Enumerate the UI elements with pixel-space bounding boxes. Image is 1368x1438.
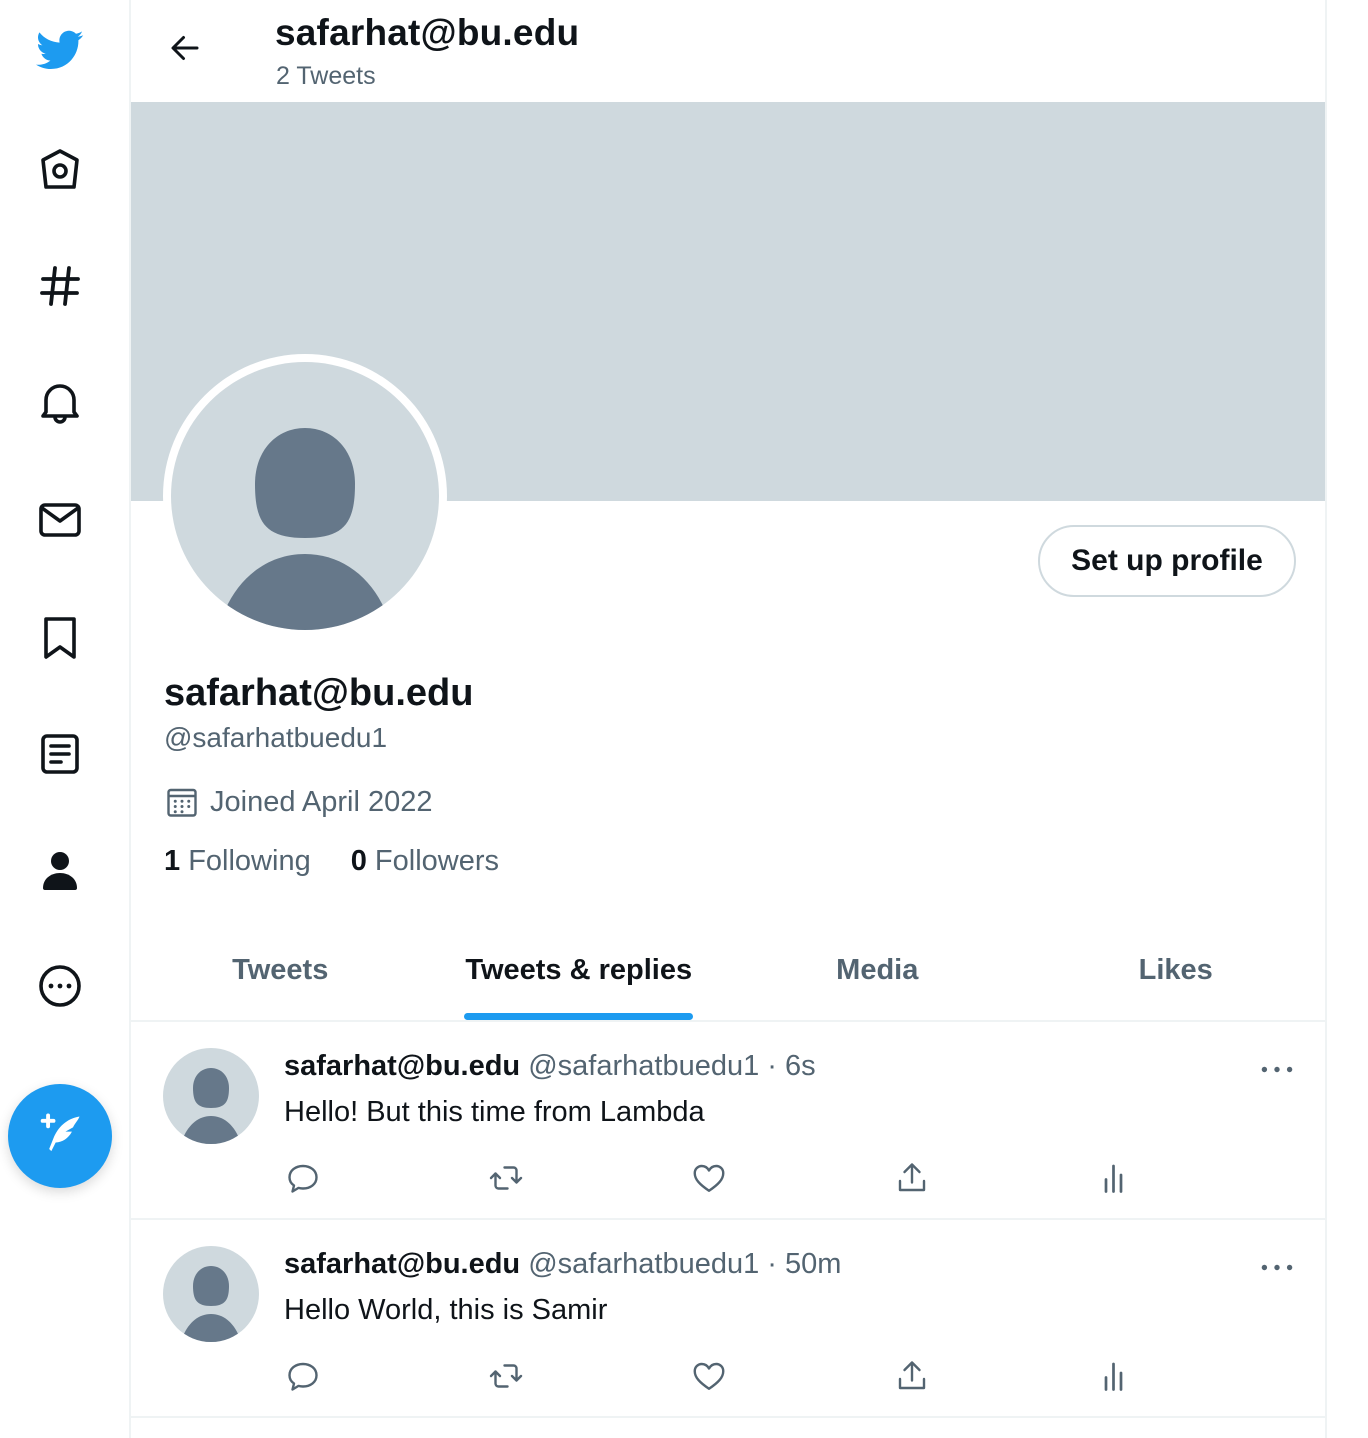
tweet-avatar[interactable] xyxy=(163,1048,259,1144)
tweet-timestamp[interactable]: 50m xyxy=(785,1248,841,1280)
tweet[interactable]: safarhat@bu.edu @safarhatbuedu1 · 6s Hel… xyxy=(131,1022,1325,1220)
followers-count: 0 xyxy=(350,845,367,877)
compose-tweet-button[interactable] xyxy=(8,1084,112,1188)
like-button[interactable] xyxy=(687,1156,731,1200)
tweet-count: 2 Tweets xyxy=(276,62,376,90)
tab-likes-label: Likes xyxy=(1138,953,1213,986)
share-icon xyxy=(898,1163,926,1192)
more-dots-icon xyxy=(1261,1066,1293,1072)
tab-media-label: Media xyxy=(836,953,919,986)
tweet-separator: · xyxy=(767,1248,777,1280)
reply-icon xyxy=(288,1362,318,1391)
retweet-icon xyxy=(489,1364,523,1388)
retweet-button[interactable] xyxy=(484,1156,528,1200)
tab-likes[interactable]: Likes xyxy=(1027,920,1326,1020)
profile-name: safarhat@bu.edu xyxy=(164,672,474,714)
home-icon[interactable] xyxy=(22,132,98,208)
reply-button[interactable] xyxy=(281,1354,325,1398)
share-button[interactable] xyxy=(890,1354,934,1398)
page-title: safarhat@bu.edu xyxy=(275,12,580,53)
lists-icon[interactable] xyxy=(22,716,98,792)
tweet-text: Hello! But this time from Lambda xyxy=(284,1096,705,1128)
reply-button[interactable] xyxy=(281,1156,325,1200)
messages-envelope-icon[interactable] xyxy=(22,482,98,558)
tweet-avatar[interactable] xyxy=(163,1246,259,1342)
tab-tweets-label: Tweets xyxy=(232,953,329,986)
tweet-text: Hello World, this is Samir xyxy=(284,1294,608,1326)
twitter-logo-icon[interactable] xyxy=(22,12,98,88)
back-button[interactable] xyxy=(155,18,215,78)
default-avatar-icon xyxy=(171,362,439,630)
top-bar: safarhat@bu.edu 2 Tweets xyxy=(131,0,1325,102)
calendar-icon xyxy=(167,788,197,817)
tweet-more-button[interactable] xyxy=(1257,1252,1297,1282)
following-label: Following xyxy=(188,845,311,877)
tab-tweets-and-replies-label: Tweets & replies xyxy=(465,953,693,986)
tweet-separator: · xyxy=(767,1050,777,1082)
heart-icon xyxy=(693,1164,725,1192)
tab-tweets[interactable]: Tweets xyxy=(131,920,430,1020)
tweet-author-handle[interactable]: @safarhatbuedu1 xyxy=(528,1248,759,1280)
profile-handle: @safarhatbuedu1 xyxy=(164,722,388,753)
profile-avatar[interactable] xyxy=(163,354,447,638)
share-button[interactable] xyxy=(890,1156,934,1200)
retweet-icon xyxy=(489,1166,523,1190)
reply-icon xyxy=(288,1164,318,1193)
bookmarks-icon[interactable] xyxy=(22,600,98,676)
tweet[interactable]: safarhat@bu.edu @safarhatbuedu1 · 50m He… xyxy=(131,1220,1325,1418)
following-count: 1 xyxy=(164,845,181,877)
tweet-more-button[interactable] xyxy=(1257,1054,1297,1084)
profile-icon[interactable] xyxy=(22,832,98,908)
tweet-author-handle[interactable]: @safarhatbuedu1 xyxy=(528,1050,759,1082)
left-nav xyxy=(0,0,129,1438)
analytics-icon xyxy=(1104,1164,1123,1193)
followers-link[interactable]: 0 Followers xyxy=(351,845,499,878)
tweet-header: safarhat@bu.edu @safarhatbuedu1 · 50m xyxy=(284,1248,841,1281)
tweet-header: safarhat@bu.edu @safarhatbuedu1 · 6s xyxy=(284,1050,816,1083)
tab-media[interactable]: Media xyxy=(728,920,1027,1020)
joined-text: Joined April 2022 xyxy=(210,785,433,818)
explore-hashtag-icon[interactable] xyxy=(22,248,98,324)
heart-icon xyxy=(693,1362,725,1390)
analytics-icon xyxy=(1104,1362,1123,1391)
compose-tweet-icon xyxy=(40,1113,80,1152)
tweet-author-name[interactable]: safarhat@bu.edu xyxy=(284,1248,520,1280)
follow-stats: 1 Following 0 Followers xyxy=(164,845,539,878)
notifications-bell-icon[interactable] xyxy=(22,364,98,440)
analytics-button[interactable] xyxy=(1093,1354,1137,1398)
joined-date: Joined April 2022 xyxy=(164,784,433,820)
tab-tweets-and-replies[interactable]: Tweets & replies xyxy=(430,920,729,1020)
profile-tabs: Tweets Tweets & replies Media Likes xyxy=(131,920,1325,1022)
like-button[interactable] xyxy=(687,1354,731,1398)
active-tab-indicator xyxy=(464,1013,694,1020)
tweet-author-name[interactable]: safarhat@bu.edu xyxy=(284,1050,520,1082)
more-dots-icon xyxy=(1261,1264,1293,1270)
analytics-button[interactable] xyxy=(1093,1156,1137,1200)
main-column: safarhat@bu.edu 2 Tweets Set up profile … xyxy=(129,0,1327,1438)
more-icon[interactable] xyxy=(22,948,98,1024)
setup-profile-button[interactable]: Set up profile xyxy=(1038,525,1296,597)
following-link[interactable]: 1 Following xyxy=(164,845,311,878)
share-icon xyxy=(898,1361,926,1390)
back-arrow-icon xyxy=(171,36,199,60)
followers-label: Followers xyxy=(374,845,499,877)
retweet-button[interactable] xyxy=(484,1354,528,1398)
tweet-timestamp[interactable]: 6s xyxy=(785,1050,816,1082)
